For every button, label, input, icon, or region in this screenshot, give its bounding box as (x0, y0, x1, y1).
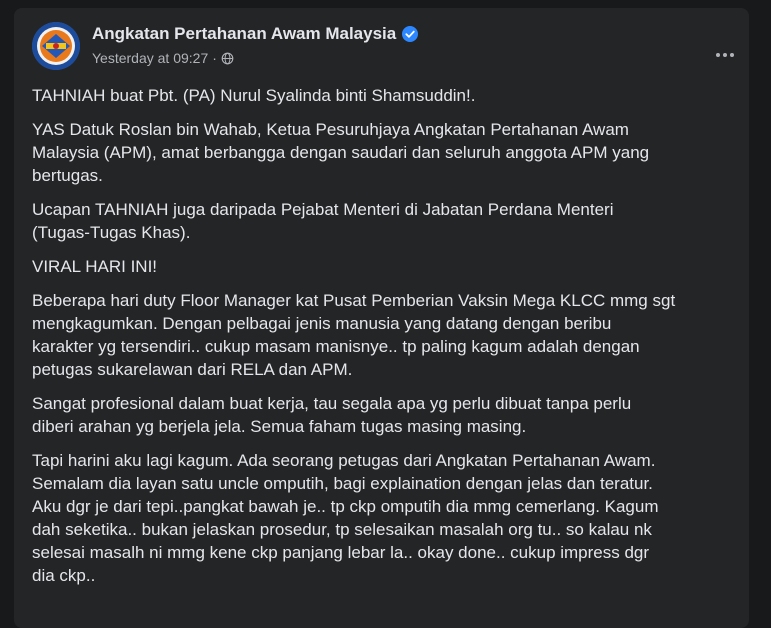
post-paragraph: YAS Datuk Roslan bin Wahab, Ketua Pesuru… (32, 120, 650, 185)
author-name[interactable]: Angkatan Pertahanan Awam Malaysia (92, 24, 396, 44)
post-timestamp[interactable]: Yesterday at 09:27 (92, 50, 208, 66)
page-name[interactable]: Angkatan Pertahanan Awam Malaysia (92, 24, 419, 44)
verified-badge-icon (402, 26, 419, 42)
globe-icon[interactable] (221, 52, 234, 65)
post-header: Angkatan Pertahanan Awam Malaysia Yester… (32, 22, 734, 70)
apm-logo-icon (32, 22, 80, 70)
post-paragraph: Ucapan TAHNIAH juga daripada Pejabat Men… (32, 200, 614, 242)
meta-separator: · (212, 50, 217, 66)
post-meta: Yesterday at 09:27 · (92, 50, 234, 66)
more-options-button[interactable] (708, 38, 742, 72)
post-paragraph: Sangat profesional dalam buat kerja, tau… (32, 394, 632, 436)
post-paragraph: Beberapa hari duty Floor Manager kat Pus… (32, 291, 676, 379)
post-card: Angkatan Pertahanan Awam Malaysia Yester… (14, 8, 749, 628)
post-text: TAHNIAH buat Pbt. (PA) Nurul Syalinda bi… (32, 84, 732, 598)
more-options-icon (716, 53, 720, 57)
post-paragraph: VIRAL HARI INI! (32, 257, 158, 276)
post-paragraph: Tapi harini aku lagi kagum. Ada seorang … (32, 451, 659, 585)
post-paragraph: TAHNIAH buat Pbt. (PA) Nurul Syalinda bi… (32, 86, 476, 105)
page-avatar[interactable] (32, 22, 80, 70)
